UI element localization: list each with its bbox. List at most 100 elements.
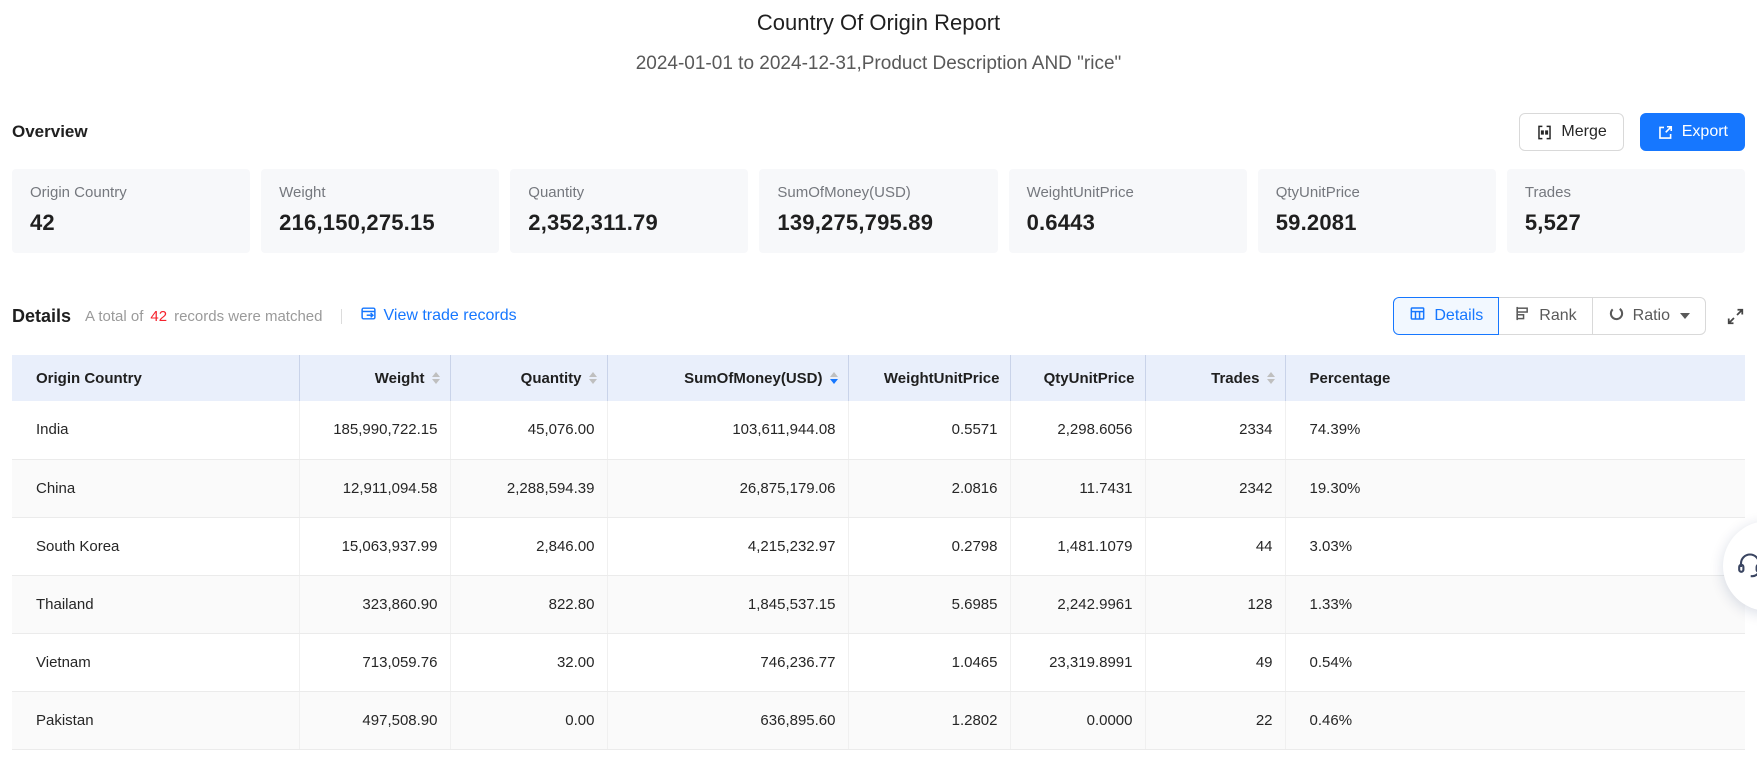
stat-card-sum-of-money: SumOfMoney(USD) 139,275,795.89 xyxy=(759,169,997,253)
page-title: Country Of Origin Report xyxy=(12,10,1745,36)
cell-weight-unit-price: 1.2802 xyxy=(848,691,1010,749)
divider xyxy=(341,309,342,324)
cell-qty-unit-price: 0.0000 xyxy=(1010,691,1145,749)
cell-sum-of-money-usd: 26,875,179.06 xyxy=(607,459,848,517)
tab-details[interactable]: Details xyxy=(1393,297,1499,335)
overview-heading: Overview xyxy=(12,122,88,142)
col-header-sum-of-money-usd[interactable]: SumOfMoney(USD) xyxy=(607,355,848,401)
match-prefix: A total of xyxy=(85,308,143,325)
table-body: India185,990,722.1545,076.00103,611,944.… xyxy=(12,401,1745,749)
match-summary: A total of 42 records were matched xyxy=(85,308,322,325)
details-bar: Details A total of 42 records were match… xyxy=(12,297,1745,335)
cell-percentage: 1.33% xyxy=(1285,575,1745,633)
cell-weight-unit-price: 1.0465 xyxy=(848,633,1010,691)
cell-origin-country: Vietnam xyxy=(12,633,299,691)
cell-weight-unit-price: 0.5571 xyxy=(848,401,1010,459)
stat-card-qty-unit-price: QtyUnitPrice 59.2081 xyxy=(1258,169,1496,253)
merge-button-label: Merge xyxy=(1561,123,1606,141)
merge-cells-icon xyxy=(1536,124,1553,141)
merge-button[interactable]: Merge xyxy=(1519,113,1623,151)
col-header-label: Quantity xyxy=(521,370,582,387)
stat-label: Weight xyxy=(279,184,481,201)
cell-quantity: 32.00 xyxy=(450,633,607,691)
stat-value: 0.6443 xyxy=(1027,210,1229,236)
overview-bar: Overview Merge xyxy=(12,113,1745,151)
cell-weight: 497,508.90 xyxy=(299,691,450,749)
col-header-label: Trades xyxy=(1211,370,1259,387)
tab-ratio-label: Ratio xyxy=(1633,307,1670,325)
rank-bars-icon xyxy=(1514,305,1531,327)
view-trade-records-label: View trade records xyxy=(384,307,517,325)
stat-value: 5,527 xyxy=(1525,210,1727,236)
cell-origin-country: China xyxy=(12,459,299,517)
sort-icon[interactable] xyxy=(830,372,838,384)
cell-sum-of-money-usd: 636,895.60 xyxy=(607,691,848,749)
cell-origin-country: South Korea xyxy=(12,517,299,575)
col-header-label: Weight xyxy=(375,370,425,387)
cell-quantity: 2,846.00 xyxy=(450,517,607,575)
cell-trades: 2334 xyxy=(1145,401,1285,459)
col-header-weight[interactable]: Weight xyxy=(299,355,450,401)
cell-percentage: 0.54% xyxy=(1285,633,1745,691)
fullscreen-icon[interactable] xyxy=(1726,307,1745,326)
table-row: India185,990,722.1545,076.00103,611,944.… xyxy=(12,401,1745,459)
col-header-qty-unit-price: QtyUnitPrice xyxy=(1010,355,1145,401)
col-header-quantity[interactable]: Quantity xyxy=(450,355,607,401)
col-header-label: Percentage xyxy=(1310,370,1391,387)
chevron-down-icon xyxy=(1680,313,1690,319)
col-header-label: Origin Country xyxy=(36,370,142,387)
sort-icon[interactable] xyxy=(589,372,597,384)
match-count: 42 xyxy=(150,308,167,325)
stat-value: 2,352,311.79 xyxy=(528,210,730,236)
cell-percentage: 19.30% xyxy=(1285,459,1745,517)
cell-origin-country: Thailand xyxy=(12,575,299,633)
stat-card-origin-country: Origin Country 42 xyxy=(12,169,250,253)
cell-qty-unit-price: 2,298.6056 xyxy=(1010,401,1145,459)
tab-rank[interactable]: Rank xyxy=(1498,297,1592,335)
sort-icon[interactable] xyxy=(1267,372,1275,384)
sort-icon[interactable] xyxy=(432,372,440,384)
table-row: Vietnam713,059.7632.00746,236.771.046523… xyxy=(12,633,1745,691)
cell-percentage: 0.46% xyxy=(1285,691,1745,749)
tab-ratio[interactable]: Ratio xyxy=(1592,297,1706,335)
cell-percentage: 3.03% xyxy=(1285,517,1745,575)
table-row: South Korea15,063,937.992,846.004,215,23… xyxy=(12,517,1745,575)
cell-weight: 12,911,094.58 xyxy=(299,459,450,517)
table-view-icon xyxy=(1409,305,1426,327)
cell-quantity: 822.80 xyxy=(450,575,607,633)
cell-qty-unit-price: 23,319.8991 xyxy=(1010,633,1145,691)
table-header-row: Origin Country Weight Quantity SumOfMoney(U… xyxy=(12,355,1745,401)
stat-label: QtyUnitPrice xyxy=(1276,184,1478,201)
report-subtitle: 2024-01-01 to 2024-12-31,Product Descrip… xyxy=(12,53,1745,75)
headset-icon xyxy=(1723,548,1757,585)
cell-weight: 185,990,722.15 xyxy=(299,401,450,459)
stat-label: Trades xyxy=(1525,184,1727,201)
cell-weight-unit-price: 2.0816 xyxy=(848,459,1010,517)
cell-origin-country: India xyxy=(12,401,299,459)
overview-cards: Origin Country 42 Weight 216,150,275.15 … xyxy=(12,169,1745,253)
cell-sum-of-money-usd: 4,215,232.97 xyxy=(607,517,848,575)
col-header-label: WeightUnitPrice xyxy=(884,370,1000,387)
col-header-label: SumOfMoney(USD) xyxy=(684,370,822,387)
stat-card-weight: Weight 216,150,275.15 xyxy=(261,169,499,253)
cell-percentage: 74.39% xyxy=(1285,401,1745,459)
stat-card-trades: Trades 5,527 xyxy=(1507,169,1745,253)
stat-card-weight-unit-price: WeightUnitPrice 0.6443 xyxy=(1009,169,1247,253)
details-heading: Details xyxy=(12,306,71,327)
cell-qty-unit-price: 11.7431 xyxy=(1010,459,1145,517)
ratio-donut-icon xyxy=(1608,305,1625,327)
col-header-label: QtyUnitPrice xyxy=(1044,370,1135,387)
cell-trades: 22 xyxy=(1145,691,1285,749)
cell-origin-country: Pakistan xyxy=(12,691,299,749)
col-header-trades[interactable]: Trades xyxy=(1145,355,1285,401)
col-header-weight-unit-price: WeightUnitPrice xyxy=(848,355,1010,401)
export-button[interactable]: Export xyxy=(1640,113,1745,151)
tab-rank-label: Rank xyxy=(1539,307,1576,325)
table-row: China12,911,094.582,288,594.3926,875,179… xyxy=(12,459,1745,517)
stat-label: Quantity xyxy=(528,184,730,201)
export-icon xyxy=(1657,124,1674,141)
table-row: Thailand323,860.90822.801,845,537.155.69… xyxy=(12,575,1745,633)
view-trade-records-link[interactable]: View trade records xyxy=(360,305,517,327)
col-header-percentage: Percentage xyxy=(1285,355,1745,401)
stat-value: 216,150,275.15 xyxy=(279,210,481,236)
